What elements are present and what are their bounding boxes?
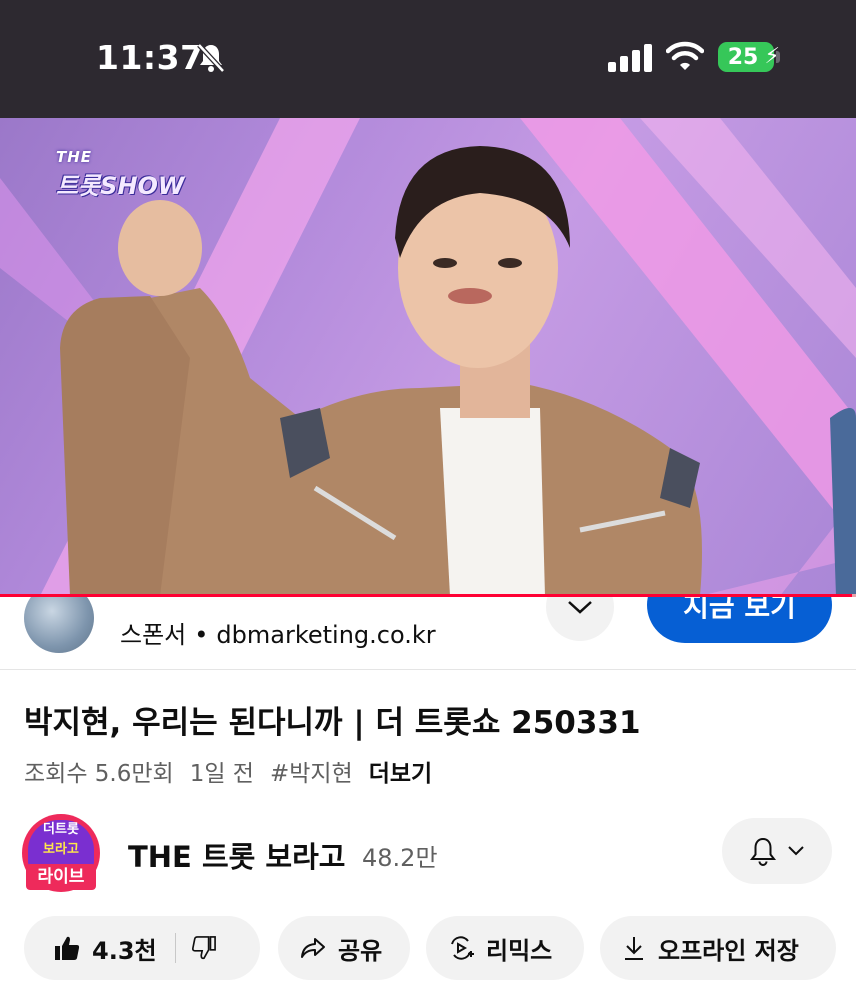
- sponsor-domain: dbmarketing.co.kr: [216, 621, 436, 649]
- chevron-down-icon: [788, 846, 804, 856]
- show-logo: THE 트롯SHOW: [56, 148, 184, 201]
- offline-save-button[interactable]: 오프라인 저장: [600, 916, 836, 980]
- wifi-icon: [666, 41, 704, 70]
- remix-button[interactable]: 리믹스: [426, 916, 584, 980]
- notification-settings-button[interactable]: [722, 818, 832, 884]
- download-icon: [625, 937, 643, 960]
- share-button[interactable]: 공유: [278, 916, 410, 980]
- channel-name[interactable]: THE 트롯 보라고: [128, 834, 345, 876]
- cellular-signal-icon: [608, 44, 652, 72]
- divider: [0, 669, 856, 670]
- more-button[interactable]: 더보기: [369, 761, 432, 787]
- subscriber-count: 48.2만: [362, 844, 438, 872]
- offline-label: 오프라인 저장: [658, 936, 799, 965]
- video-meta[interactable]: 조회수 5.6만회 1일 전 #박지현 더보기: [24, 754, 448, 788]
- like-separator: [174, 933, 176, 963]
- upload-age: 1일 전: [189, 761, 254, 787]
- separator-dot: •: [194, 621, 209, 649]
- view-count: 조회수 5.6만회: [24, 761, 174, 787]
- show-logo-bottom: 트롯SHOW: [56, 172, 185, 200]
- bell-off-icon: [197, 43, 225, 73]
- bell-icon: [749, 837, 777, 866]
- sponsor-ad-row[interactable]: 스폰서 • dbmarketing.co.kr 지금 보기: [0, 597, 856, 669]
- sponsor-subtitle: 스폰서 • dbmarketing.co.kr: [120, 615, 436, 650]
- sponsor-thumbnail[interactable]: [24, 597, 94, 653]
- status-bar: 11:37 25 ⚡: [0, 0, 856, 118]
- avatar-text-bottom: 보라고: [43, 842, 79, 857]
- avatar-logo: 더트롯 보라고: [28, 820, 94, 868]
- hashtag-link[interactable]: #박지현: [270, 761, 353, 787]
- video-title[interactable]: 박지현, 우리는 된다니까 | 더 트롯쇼 250331: [24, 697, 641, 742]
- watch-now-button[interactable]: 지금 보기: [647, 597, 832, 643]
- remix-label: 리믹스: [486, 936, 553, 965]
- avatar-text-top: 더트롯: [43, 822, 79, 837]
- sponsor-expand-button[interactable]: [546, 597, 614, 641]
- share-label: 공유: [338, 936, 383, 965]
- status-time: 11:37: [96, 38, 204, 77]
- show-logo-top: THE: [56, 148, 93, 166]
- live-badge: 라이브: [26, 864, 96, 890]
- video-player[interactable]: THE 트롯SHOW: [0, 118, 856, 596]
- share-icon: [301, 938, 325, 958]
- sponsor-label: 스폰서: [120, 621, 187, 649]
- thumbs-up-icon[interactable]: [54, 935, 80, 961]
- remix-icon: [451, 936, 474, 960]
- like-count[interactable]: 4.3천: [92, 931, 157, 966]
- chevron-down-icon: [568, 601, 592, 614]
- battery-level: 25: [727, 44, 759, 70]
- thumbs-down-icon[interactable]: [191, 936, 216, 960]
- battery-cap: [776, 51, 780, 63]
- battery-icon: 25 ⚡: [718, 42, 780, 72]
- like-dislike-group: 4.3천: [24, 916, 260, 980]
